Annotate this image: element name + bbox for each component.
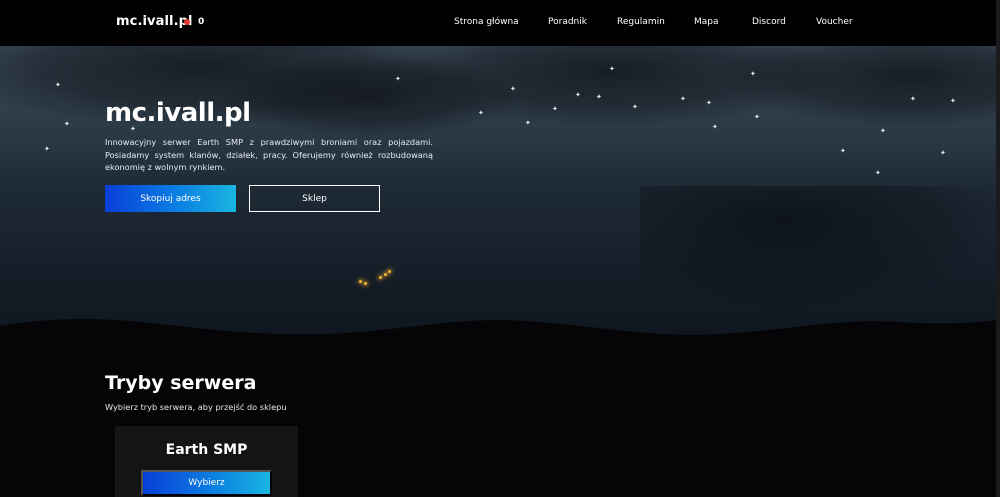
star-icon: ✦	[64, 120, 70, 128]
nav-link-rules[interactable]: Regulamin	[617, 17, 665, 27]
star-icon: ✦	[910, 95, 916, 103]
main-menu: Strona główna Poradnik Regulamin Mapa Di…	[0, 17, 1000, 31]
hero-title: mc.ivall.pl	[105, 98, 251, 128]
hero-description: Innowacyjny serwer Earth SMP z prawdziwy…	[105, 137, 433, 172]
background-cloud	[720, 46, 1000, 126]
hero-wave-divider	[0, 319, 1000, 346]
star-icon: ✦	[706, 99, 712, 107]
hero-section: ✦ ✦ ✦ ✦ ✦ ✦ ✦ ✦ ✦ ✦ ✦ ✦ ✦ ✦ ✦ ✦ ✦ ✦ ✦ ✦ …	[0, 46, 1000, 346]
server-mode-card: Earth SMP Wybierz	[115, 426, 298, 497]
star-icon: ✦	[880, 127, 886, 135]
nav-link-voucher[interactable]: Voucher	[816, 17, 853, 27]
star-icon: ✦	[552, 105, 558, 113]
star-icon: ✦	[680, 95, 686, 103]
modes-title: Tryby serwera	[105, 372, 257, 394]
navbar: mc.ivall.pl 0 Strona główna Poradnik Reg…	[0, 0, 1000, 46]
star-icon: ✦	[525, 119, 531, 127]
copy-address-button[interactable]: Skopiuj adres	[105, 185, 236, 212]
star-icon: ✦	[632, 103, 638, 111]
nav-link-discord[interactable]: Discord	[752, 17, 786, 27]
star-icon: ✦	[44, 145, 50, 153]
star-icon: ✦	[510, 85, 516, 93]
nav-link-guide[interactable]: Poradnik	[548, 17, 587, 27]
background-cloud	[220, 56, 520, 136]
star-icon: ✦	[596, 93, 602, 101]
star-icon: ✦	[395, 75, 401, 83]
star-icon: ✦	[840, 147, 846, 155]
scrollbar[interactable]	[996, 0, 1000, 497]
star-icon: ✦	[754, 113, 760, 121]
star-icon: ✦	[609, 65, 615, 73]
nav-link-home[interactable]: Strona główna	[454, 17, 519, 27]
nav-link-map[interactable]: Mapa	[694, 17, 719, 27]
star-icon: ✦	[55, 81, 61, 89]
star-icon: ✦	[575, 91, 581, 99]
star-icon: ✦	[950, 97, 956, 105]
star-icon: ✦	[712, 123, 718, 131]
server-mode-name: Earth SMP	[165, 442, 248, 458]
select-mode-button[interactable]: Wybierz	[141, 470, 272, 496]
star-icon: ✦	[478, 109, 484, 117]
star-icon: ✦	[875, 169, 881, 177]
star-icon: ✦	[750, 70, 756, 78]
star-icon: ✦	[940, 149, 946, 157]
shop-button[interactable]: Sklep	[249, 185, 380, 212]
modes-subtitle: Wybierz tryb serwera, aby przejść do skl…	[105, 402, 287, 412]
